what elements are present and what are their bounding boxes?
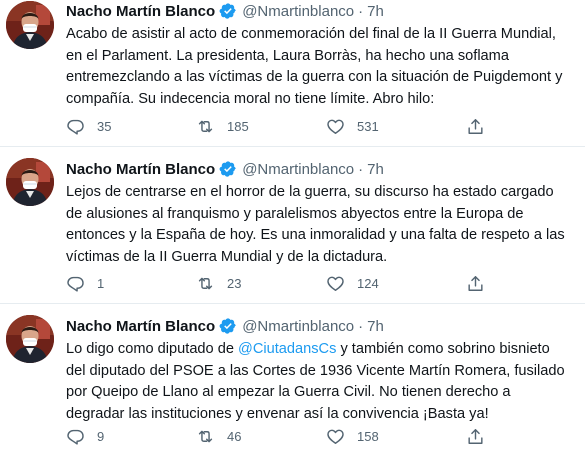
author-name[interactable]: Nacho Martín Blanco: [66, 161, 215, 178]
mention-link[interactable]: @CiutadansCs: [238, 341, 336, 357]
separator-dot: ·: [358, 2, 364, 20]
like-icon: [326, 427, 345, 446]
avatar-image: [6, 315, 54, 363]
tweet-actions: 9 46 158: [66, 426, 577, 446]
tweet-text-part: Lo digo como diputado de: [66, 341, 239, 357]
retweet-button[interactable]: 23: [196, 274, 326, 293]
tweet[interactable]: Nacho Martín Blanco @Nmartinblanco · 7h …: [0, 147, 585, 304]
tweet-body: Nacho Martín Blanco @Nmartinblanco · 7h …: [66, 1, 577, 110]
tweet-text: Acabo de asistir al acto de conmemoració…: [66, 26, 563, 107]
like-icon: [326, 274, 345, 293]
tweet[interactable]: Nacho Martín Blanco @Nmartinblanco · 7h …: [0, 304, 585, 458]
author-handle[interactable]: @Nmartinblanco: [242, 3, 354, 20]
tweet-timestamp[interactable]: 7h: [367, 318, 384, 335]
retweet-icon: [196, 274, 215, 293]
like-button[interactable]: 158: [326, 427, 466, 446]
reply-button[interactable]: 1: [66, 274, 196, 293]
reply-button[interactable]: 35: [66, 117, 196, 136]
tweet-body: Nacho Martín Blanco @Nmartinblanco · 7h …: [66, 159, 577, 268]
share-button[interactable]: [466, 427, 496, 446]
share-icon: [466, 117, 485, 136]
like-count: 158: [357, 428, 379, 444]
avatar-image: [6, 1, 54, 49]
tweet-header: Nacho Martín Blanco @Nmartinblanco · 7h: [66, 316, 577, 336]
tweet-actions: 1 23 124: [66, 273, 577, 293]
verified-badge-icon: [219, 317, 237, 335]
tweet[interactable]: Nacho Martín Blanco @Nmartinblanco · 7h …: [0, 0, 585, 147]
like-button[interactable]: 124: [326, 274, 466, 293]
separator-dot: ·: [358, 160, 364, 178]
reply-icon: [66, 427, 85, 446]
retweet-icon: [196, 117, 215, 136]
share-icon: [466, 274, 485, 293]
verified-badge-icon: [219, 160, 237, 178]
tweet-text: Lo digo como diputado de @CiutadansCs y …: [66, 339, 573, 425]
avatar[interactable]: [6, 1, 54, 49]
share-button[interactable]: [466, 117, 496, 136]
retweet-button[interactable]: 185: [196, 117, 326, 136]
reply-icon: [66, 274, 85, 293]
tweet-timestamp[interactable]: 7h: [367, 161, 384, 178]
like-count: 124: [357, 275, 379, 291]
tweet-header: Nacho Martín Blanco @Nmartinblanco · 7h: [66, 1, 577, 21]
author-name[interactable]: Nacho Martín Blanco: [66, 3, 215, 20]
reply-count: 35: [97, 118, 112, 134]
retweet-count: 46: [227, 428, 242, 444]
reply-count: 1: [97, 275, 105, 291]
avatar[interactable]: [6, 158, 54, 206]
tweet-timestamp[interactable]: 7h: [367, 3, 384, 20]
tweet-text: Lejos de centrarse en el horror de la gu…: [66, 184, 565, 265]
tweet-header: Nacho Martín Blanco @Nmartinblanco · 7h: [66, 159, 577, 179]
like-count: 531: [357, 118, 379, 134]
like-button[interactable]: 531: [326, 117, 466, 136]
share-icon: [466, 427, 485, 446]
share-button[interactable]: [466, 274, 496, 293]
author-name[interactable]: Nacho Martín Blanco: [66, 318, 215, 335]
retweet-icon: [196, 427, 215, 446]
avatar[interactable]: [6, 315, 54, 363]
reply-icon: [66, 117, 85, 136]
author-handle[interactable]: @Nmartinblanco: [242, 161, 354, 178]
separator-dot: ·: [358, 317, 364, 335]
tweet-body: Nacho Martín Blanco @Nmartinblanco · 7h …: [66, 316, 577, 425]
retweet-count: 23: [227, 275, 242, 291]
reply-count: 9: [97, 428, 105, 444]
avatar-image: [6, 158, 54, 206]
like-icon: [326, 117, 345, 136]
tweet-actions: 35 185 531: [66, 116, 577, 136]
retweet-count: 185: [227, 118, 249, 134]
reply-button[interactable]: 9: [66, 427, 196, 446]
retweet-button[interactable]: 46: [196, 427, 326, 446]
author-handle[interactable]: @Nmartinblanco: [242, 318, 354, 335]
verified-badge-icon: [219, 2, 237, 20]
